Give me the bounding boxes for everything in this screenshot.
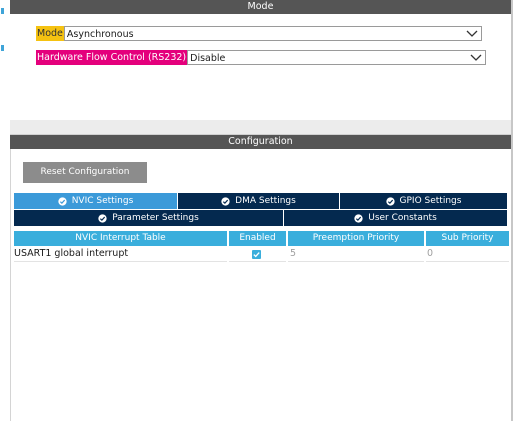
check-circle-icon	[58, 196, 67, 206]
check-circle-icon	[221, 196, 230, 206]
edge-marker	[1, 45, 4, 51]
column-header-nvic-interrupt-table[interactable]: NVIC Interrupt Table	[14, 231, 227, 246]
mode-field-row: Mode Asynchronous	[36, 25, 482, 41]
panel-splitter[interactable]	[10, 120, 511, 135]
check-circle-icon	[385, 196, 395, 206]
checkmark-icon	[253, 252, 260, 258]
mode-label: Mode	[36, 25, 64, 41]
preemption-priority-cell[interactable]: 5	[288, 246, 424, 262]
chevron-down-icon	[466, 30, 478, 37]
tab-label: NVIC Settings	[71, 196, 134, 206]
chevron-down-icon	[470, 54, 482, 61]
enabled-checkbox[interactable]	[252, 250, 261, 259]
interrupt-name-cell: USART1 global interrupt	[14, 246, 227, 262]
tab-label: DMA Settings	[235, 196, 296, 206]
sub-priority-cell[interactable]: 0	[426, 246, 509, 262]
mode-select[interactable]: Asynchronous	[63, 25, 482, 41]
column-header-sub-priority[interactable]: Sub Priority	[426, 231, 509, 246]
tab-label: GPIO Settings	[399, 196, 462, 206]
hwfc-select-value: Disable	[190, 52, 226, 64]
mode-section-header: Mode	[10, 0, 511, 14]
check-circle-icon	[98, 213, 107, 223]
mode-select-value: Asynchronous	[66, 28, 134, 40]
tab-dma-settings[interactable]: DMA Settings	[178, 193, 340, 209]
reset-configuration-button[interactable]: Reset Configuration	[23, 162, 147, 183]
column-header-preemption-priority[interactable]: Preemption Priority	[288, 231, 424, 246]
hwfc-field-row: Hardware Flow Control (RS232) Disable	[36, 49, 487, 65]
tab-user-constants[interactable]: User Constants	[284, 210, 507, 226]
tab-label: User Constants	[368, 213, 437, 223]
check-circle-icon	[354, 213, 363, 223]
column-header-enabled[interactable]: Enabled	[229, 231, 286, 246]
tab-parameter-settings[interactable]: Parameter Settings	[14, 210, 284, 226]
tab-nvic-settings[interactable]: NVIC Settings	[14, 193, 178, 209]
tab-gpio-settings[interactable]: GPIO Settings	[340, 193, 507, 209]
tab-label: Parameter Settings	[112, 213, 199, 223]
hwfc-label: Hardware Flow Control (RS232)	[36, 49, 188, 65]
edge-marker	[1, 8, 4, 14]
configuration-section-header: Configuration	[10, 135, 511, 149]
hwfc-select[interactable]: Disable	[187, 49, 487, 65]
